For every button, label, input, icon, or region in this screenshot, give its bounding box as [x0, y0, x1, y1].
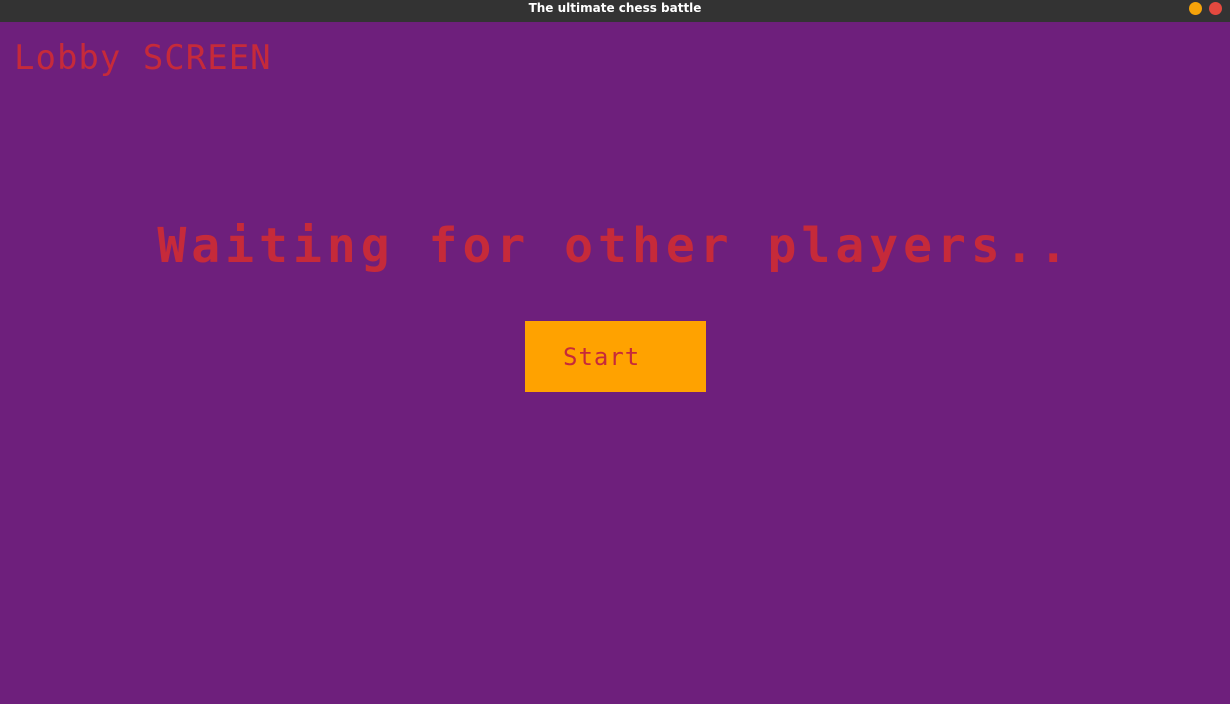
waiting-message: Waiting for other players..	[157, 218, 1073, 274]
screen-heading: Lobby SCREEN	[14, 38, 272, 78]
start-button[interactable]: Start	[525, 321, 706, 392]
title-bar[interactable]: The ultimate chess battle	[0, 0, 1230, 22]
minimize-button[interactable]	[1189, 2, 1202, 15]
start-button-label: Start	[563, 343, 641, 371]
game-window: The ultimate chess battle Lobby SCREEN W…	[0, 0, 1230, 704]
lobby-screen: Lobby SCREEN Waiting for other players..…	[0, 22, 1230, 704]
close-button[interactable]	[1209, 2, 1222, 15]
window-title: The ultimate chess battle	[528, 1, 702, 15]
